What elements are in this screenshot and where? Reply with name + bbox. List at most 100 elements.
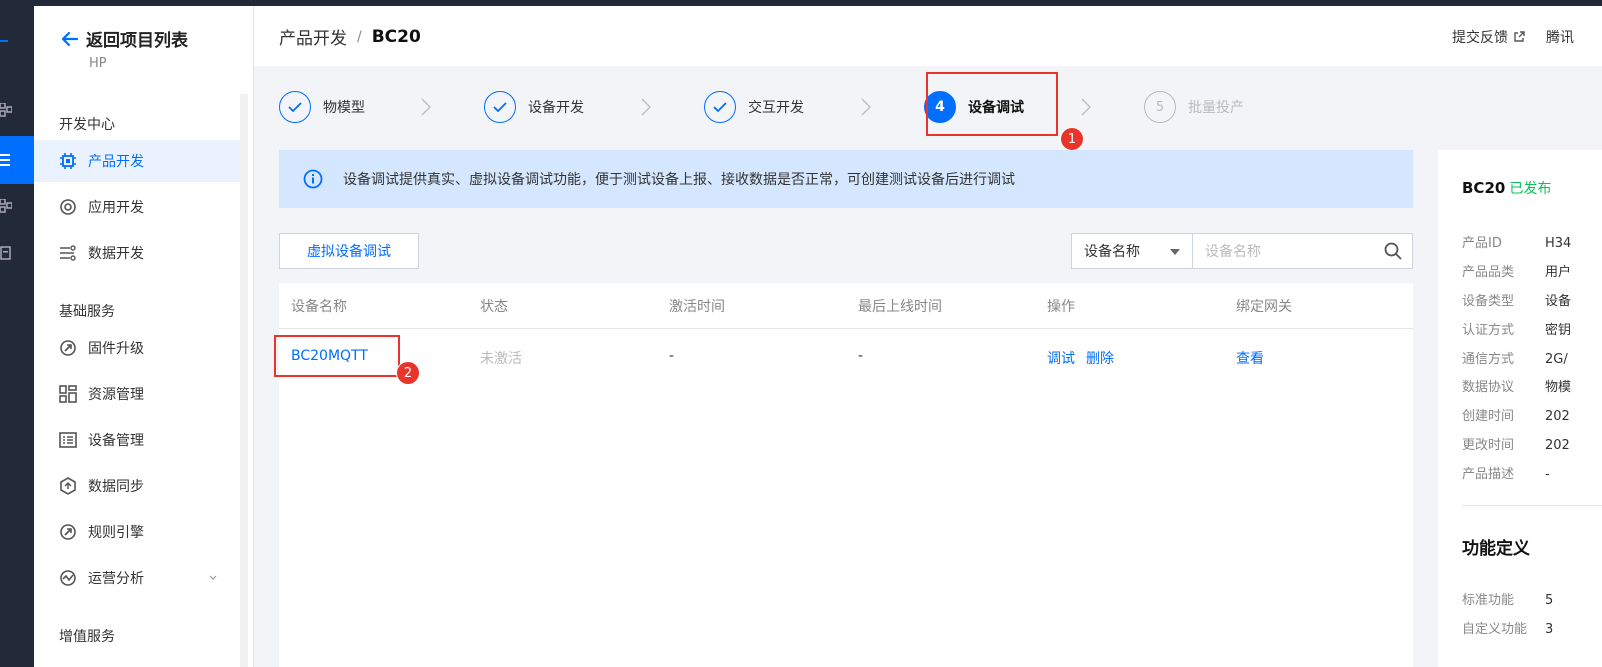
filter-field-select[interactable]: 设备名称 — [1071, 233, 1193, 269]
debug-link[interactable]: 调试 — [1047, 348, 1075, 368]
breadcrumb-parent[interactable]: 产品开发 — [279, 24, 347, 49]
device-list-icon — [58, 430, 78, 450]
info-field: 数据协议 物模 — [1462, 376, 1571, 395]
chevron-right-icon — [421, 98, 431, 116]
field-value: 2G/ — [1545, 352, 1568, 367]
breadcrumb: 产品开发 / BC20 — [279, 24, 421, 50]
annotation-badge: 2 — [396, 361, 420, 385]
device-status: 未激活 — [480, 351, 522, 367]
field-value: 5 — [1545, 593, 1554, 608]
breadcrumb-current: BC20 — [371, 26, 421, 47]
dev-steps: 物模型 设备开发 交互开发 4 设备调试 5 批量投产 — [279, 80, 1413, 134]
rail-dash-icon — [0, 40, 8, 42]
field-key: 产品描述 — [1462, 467, 1515, 482]
sync-icon — [58, 476, 78, 496]
field-value: 物模 — [1545, 380, 1572, 395]
list-icon — [0, 154, 10, 166]
info-banner: 设备调试提供真实、虚拟设备调试功能，便于测试设备上报、接收数据是否正常，可创建测… — [279, 150, 1413, 208]
column-header: 状态 — [480, 299, 508, 315]
chip-icon — [58, 151, 78, 171]
field-value: 密钥 — [1545, 323, 1572, 338]
data-flow-icon — [58, 243, 78, 263]
sidebar-item-rule-engine[interactable]: 规则引擎 — [34, 511, 240, 553]
field-key: 更改时间 — [1462, 438, 1515, 453]
step-label: 批量投产 — [1188, 100, 1244, 116]
tencent-link[interactable]: 腾讯 — [1546, 27, 1574, 47]
breadcrumb-separator: / — [357, 28, 362, 45]
func-field: 标准功能 5 — [1462, 589, 1553, 608]
info-text: 设备调试提供真实、虚拟设备调试功能，便于测试设备上报、接收数据是否正常，可创建测… — [343, 172, 1015, 188]
column-header: 操作 — [1047, 299, 1075, 315]
step-thing-model[interactable]: 物模型 — [279, 91, 365, 123]
sidebar-item-label: 固件升级 — [88, 341, 144, 357]
rail-grid-icon-2[interactable] — [0, 199, 12, 213]
annotation-badge: 1 — [1060, 127, 1084, 151]
info-field: 产品描述 - — [1462, 463, 1550, 482]
sidebar-item-analytics[interactable]: 运营分析 — [34, 557, 240, 599]
field-key: 认证方式 — [1462, 323, 1515, 338]
step-interaction-dev[interactable]: 交互开发 — [704, 91, 804, 123]
project-code: HP — [89, 56, 107, 71]
field-value: 用户 — [1545, 265, 1572, 280]
field-key: 自定义功能 — [1462, 622, 1528, 637]
chevron-down-icon — [209, 575, 217, 580]
field-value: 202 — [1545, 409, 1570, 424]
section-title-value: 增值服务 — [59, 629, 115, 645]
device-search — [1193, 233, 1413, 269]
sidebar-item-device-mgmt[interactable]: 设备管理 — [34, 419, 240, 461]
table-header: 设备名称 状态 激活时间 最后上线时间 操作 绑定网关 — [279, 283, 1413, 329]
step-label: 设备开发 — [528, 100, 584, 116]
arrow-left-icon — [61, 31, 79, 46]
firmware-icon — [58, 338, 78, 358]
column-header: 设备名称 — [291, 299, 347, 315]
delete-link[interactable]: 删除 — [1086, 348, 1114, 368]
feedback-link[interactable]: 提交反馈 — [1452, 27, 1525, 47]
check-icon — [484, 91, 516, 123]
sidebar-item-data-dev[interactable]: 数据开发 — [34, 232, 240, 274]
info-field: 设备类型 设备 — [1462, 290, 1571, 309]
rail-grid-icon[interactable] — [0, 103, 12, 117]
column-header: 最后上线时间 — [858, 299, 942, 315]
func-field: 自定义功能 3 — [1462, 618, 1553, 637]
app-icon — [58, 197, 78, 217]
column-header: 激活时间 — [669, 299, 725, 315]
sidebar-item-data-sync[interactable]: 数据同步 — [34, 465, 240, 507]
sidebar-item-product-dev[interactable]: 产品开发 — [34, 140, 240, 182]
divider — [1462, 505, 1602, 506]
product-info-panel: BC20 已发布 产品ID H34 产品品类 用户 设备类型 设备 认证方式 密钥 通信方… — [1438, 150, 1602, 667]
product-title: BC20 已发布 — [1462, 178, 1551, 198]
rail-active-item[interactable] — [0, 136, 34, 184]
info-field: 创建时间 202 — [1462, 405, 1570, 424]
field-value: - — [1545, 467, 1550, 482]
view-gateway-link[interactable]: 查看 — [1236, 348, 1264, 368]
step-device-dev[interactable]: 设备开发 — [484, 91, 584, 123]
sidebar-item-resource[interactable]: 资源管理 — [34, 373, 240, 415]
sidebar-item-label: 规则引擎 — [88, 525, 144, 541]
chevron-right-icon — [861, 98, 871, 116]
search-input[interactable] — [1205, 242, 1375, 262]
step-mass-production[interactable]: 5 批量投产 — [1144, 91, 1244, 123]
rule-icon — [58, 522, 78, 542]
sidebar-item-label: 产品开发 — [88, 154, 144, 170]
check-icon — [704, 91, 736, 123]
search-icon[interactable] — [1384, 242, 1402, 260]
sidebar-item-label: 运营分析 — [88, 571, 144, 587]
info-field: 产品ID H34 — [1462, 232, 1571, 251]
external-link-icon — [1514, 31, 1525, 42]
back-to-projects-link[interactable]: 返回项目列表 — [60, 26, 188, 51]
sidebar-scrollbar[interactable] — [240, 94, 248, 667]
filter-field-value: 设备名称 — [1084, 244, 1140, 260]
virtual-device-debug-button[interactable]: 虚拟设备调试 — [279, 233, 419, 269]
rail-doc-icon[interactable] — [0, 246, 12, 260]
sidebar-item-firmware[interactable]: 固件升级 — [34, 327, 240, 369]
sidebar-item-label: 应用开发 — [88, 200, 144, 216]
field-key: 通信方式 — [1462, 352, 1515, 367]
field-key: 创建时间 — [1462, 409, 1515, 424]
sidebar-item-label: 数据同步 — [88, 479, 144, 495]
annotation-highlight-device — [274, 335, 400, 377]
back-label: 返回项目列表 — [86, 31, 188, 51]
product-name: BC20 — [1462, 179, 1506, 197]
sidebar-item-app-dev[interactable]: 应用开发 — [34, 186, 240, 228]
chevron-right-icon — [1081, 98, 1091, 116]
info-icon — [303, 169, 323, 189]
